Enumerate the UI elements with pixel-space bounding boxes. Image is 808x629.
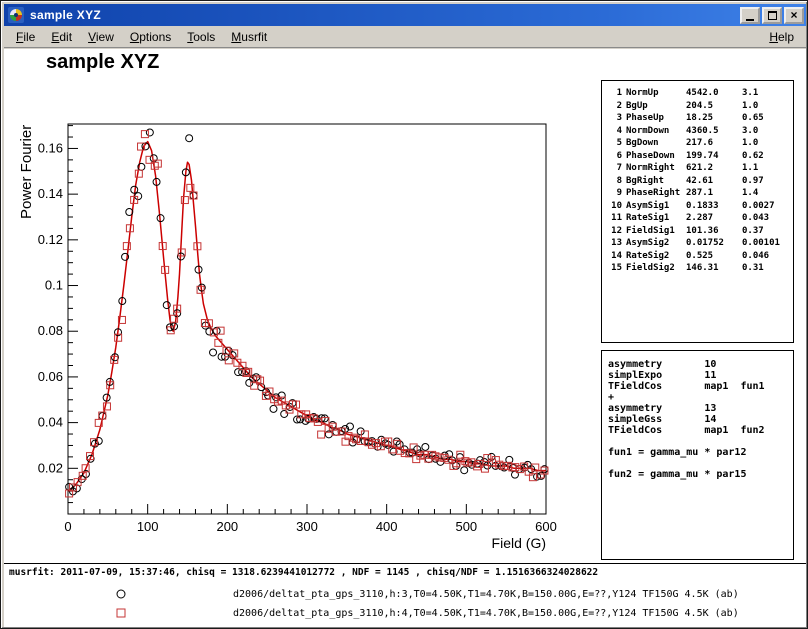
- menu-item-musrfit[interactable]: Musrfit: [223, 28, 275, 46]
- menu-item-options[interactable]: Options: [122, 28, 179, 46]
- maximize-button[interactable]: [762, 7, 782, 24]
- root-canvas: sample XYZ 01002003004005006000.020.040.…: [4, 49, 806, 627]
- menu-item-help[interactable]: Help: [761, 28, 802, 46]
- menu-accel-letter: H: [769, 30, 778, 44]
- menu-item-view[interactable]: View: [80, 28, 122, 46]
- menu-item-edit[interactable]: Edit: [43, 28, 80, 46]
- close-button[interactable]: ×: [784, 7, 804, 24]
- menu-item-tools[interactable]: Tools: [179, 28, 223, 46]
- menu-accel-letter: M: [231, 30, 241, 44]
- app-icon: [8, 7, 24, 23]
- legend-label: d2006/deltat_pta_gps_3110,h:4,T0=4.50K,T…: [233, 608, 739, 619]
- close-icon: ×: [790, 9, 797, 21]
- maximize-icon: [768, 11, 777, 20]
- window-title: sample XYZ: [30, 8, 740, 22]
- legend-marker-circle-icon: [113, 586, 129, 602]
- legend-marker-square-icon: [113, 605, 129, 621]
- menu-accel-letter: T: [187, 30, 193, 44]
- menu-accel-letter: E: [51, 30, 59, 44]
- legend: d2006/deltat_pta_gps_3110,h:3,T0=4.50K,T…: [4, 49, 806, 627]
- titlebar[interactable]: sample XYZ ×: [4, 4, 806, 26]
- menu-accel-letter: V: [88, 30, 96, 44]
- menu-accel-letter: O: [130, 30, 139, 44]
- minimize-icon: [746, 19, 754, 21]
- minimize-button[interactable]: [740, 7, 760, 24]
- legend-entry: d2006/deltat_pta_gps_3110,h:3,T0=4.50K,T…: [113, 586, 739, 602]
- menu-accel-letter: F: [16, 30, 23, 44]
- menubar: FileEditViewOptionsToolsMusrfit Help: [4, 26, 806, 48]
- legend-label: d2006/deltat_pta_gps_3110,h:3,T0=4.50K,T…: [233, 589, 739, 600]
- app-window: sample XYZ × FileEditViewOptionsToolsMus…: [0, 0, 808, 629]
- legend-entry: d2006/deltat_pta_gps_3110,h:4,T0=4.50K,T…: [113, 605, 739, 621]
- menu-item-file[interactable]: File: [8, 28, 43, 46]
- window-controls: ×: [740, 7, 804, 24]
